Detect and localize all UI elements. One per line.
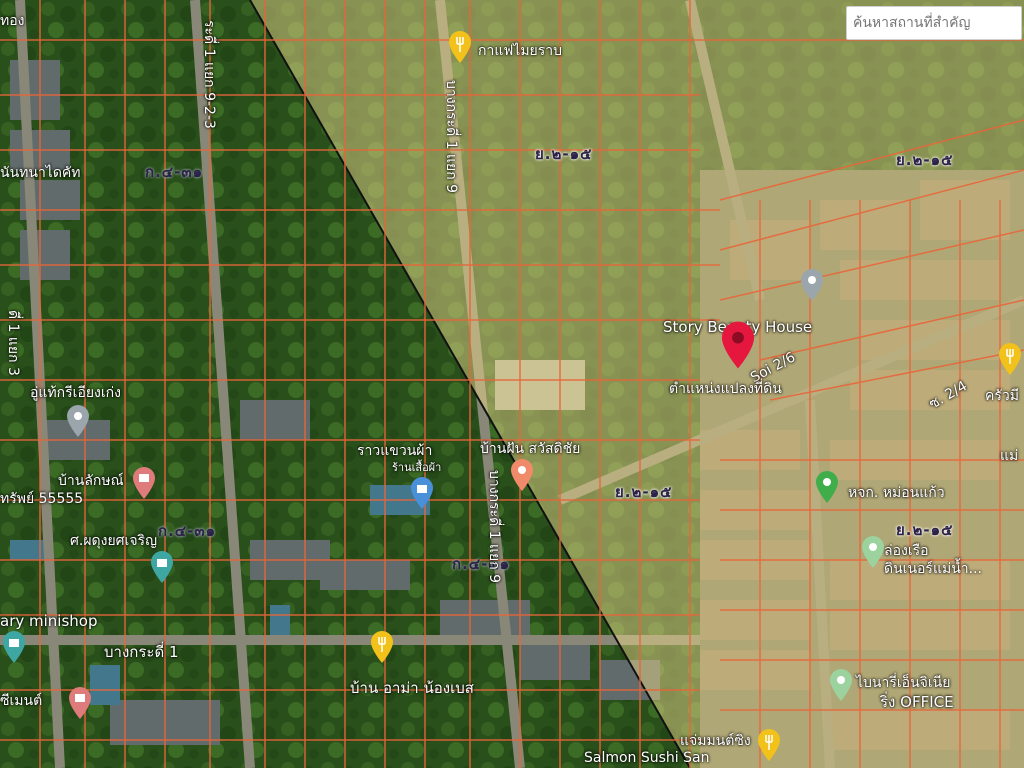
place-label: กาแฟไมยราบ (478, 43, 563, 59)
business-pin-icon[interactable] (814, 470, 840, 504)
road-label: บางกระดี่ 1 (104, 643, 179, 661)
place-label: ดินเนอร์แม่น้ำ... (884, 561, 982, 577)
place-label: นันทนาไดคัท (0, 165, 81, 181)
restaurant-pin-icon[interactable] (447, 30, 473, 64)
place-label: หจก. หม่อนแก้ว (848, 485, 945, 501)
place-label: ทอง (0, 13, 25, 29)
place-label: บ้าน อาม่า น้องเบส (350, 679, 474, 697)
place-label: แจ่มมนต์ซิง (680, 733, 751, 749)
place-label: ริ่ง OFFICE (880, 693, 954, 711)
place-label: Salmon Sushi San (584, 750, 710, 766)
place-label: ศ.ผดุงยศเจริญ (70, 533, 157, 549)
road-label: ดี่ 1 แยก 3 (5, 310, 21, 376)
zone-label: ย.๒-๑๕ (615, 483, 673, 501)
shop-pin-icon[interactable] (131, 466, 157, 500)
road-label: บางกระดี่ 1 แยก 9 (486, 470, 502, 584)
place-label: ครัวมี (985, 388, 1019, 404)
restaurant-pin-icon[interactable] (369, 630, 395, 664)
business-pin-icon[interactable] (828, 668, 854, 702)
location-pin-icon[interactable] (719, 320, 757, 370)
place-label: ทรัพย์ 55555 (0, 491, 84, 507)
zone-label: ย.๒-๑๕ (535, 145, 593, 163)
food-pin-icon[interactable] (509, 458, 535, 492)
place-pin-icon[interactable] (65, 404, 91, 438)
business-pin-icon[interactable] (860, 535, 886, 569)
place-label: บ้านฝัน สวัสดิชัย (480, 441, 581, 457)
search-input[interactable] (846, 6, 1022, 40)
restaurant-pin-icon[interactable] (997, 342, 1023, 376)
place-label: แม่ (1000, 448, 1019, 464)
road-label: ระดี่ 1 แยก 9-2-3 (201, 20, 217, 129)
shopping-pin-icon[interactable] (149, 550, 175, 584)
map-canvas[interactable]: ย.๒-๑๕ ย.๒-๑๕ ย.๒-๑๕ ย.๒-๑๕ ก.๔-๓๑ ก.๔-๓… (0, 0, 1024, 768)
place-label: ซีเมนต์ (0, 693, 43, 709)
place-label: ร้านเสื้อผ้า (392, 461, 442, 474)
zone-label: ย.๒-๑๕ (896, 521, 954, 539)
selected-parcel-label: ตำแหน่งแปลงที่ดิน (669, 381, 782, 397)
place-label: ary minishop (0, 612, 98, 630)
zone-label: ก.๔-๓๑ (145, 163, 204, 181)
zone-label: ย.๒-๑๕ (896, 151, 954, 169)
road-label: บางกระดี่ 1 แยก 9 (443, 80, 459, 194)
shop-pin-icon[interactable] (67, 686, 93, 720)
place-label: อู่แท้กรีเอียงเก่ง (30, 385, 121, 401)
shopping-pin-icon[interactable] (409, 476, 435, 510)
restaurant-pin-icon[interactable] (756, 728, 782, 762)
place-pin-icon[interactable] (799, 268, 825, 302)
zone-label: ก.๔-๓๑ (158, 522, 217, 540)
shopping-pin-icon[interactable] (1, 630, 27, 664)
